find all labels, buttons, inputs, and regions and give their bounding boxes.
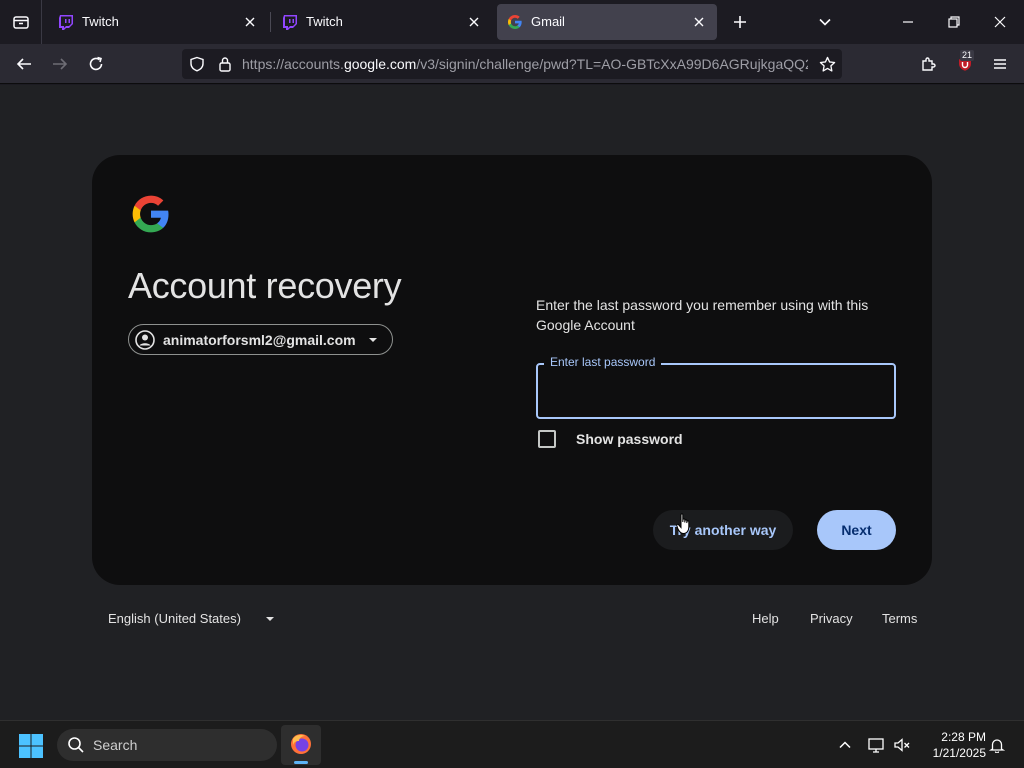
monitor-network-icon bbox=[868, 738, 884, 753]
tab-close-button[interactable] bbox=[464, 12, 484, 32]
password-field[interactable] bbox=[536, 363, 896, 419]
google-logo-icon bbox=[132, 195, 169, 233]
show-password-toggle[interactable]: Show password bbox=[538, 430, 683, 448]
url-text[interactable]: https://accounts.google.com/v3/signin/ch… bbox=[242, 56, 808, 72]
minimize-button[interactable] bbox=[894, 8, 922, 36]
account-email: animatorforsml2@gmail.com bbox=[163, 331, 356, 348]
close-icon bbox=[469, 17, 479, 27]
next-button[interactable]: Next bbox=[817, 510, 896, 550]
close-icon bbox=[694, 17, 704, 27]
url-host: google.com bbox=[343, 56, 417, 72]
signin-card: Account recovery animatorforsml2@gmail.c… bbox=[92, 155, 932, 585]
help-link[interactable]: Help bbox=[752, 611, 779, 626]
caret-down-icon bbox=[368, 337, 377, 342]
hamburger-menu-icon bbox=[994, 59, 1006, 69]
instruction-text: Enter the last password you remember usi… bbox=[536, 297, 869, 333]
active-app-indicator bbox=[294, 761, 308, 764]
windows-start-icon[interactable] bbox=[18, 733, 44, 759]
taskbar-firefox-app[interactable] bbox=[281, 725, 321, 765]
minimize-icon bbox=[903, 21, 913, 23]
show-hidden-icons-button[interactable] bbox=[835, 735, 855, 755]
search-icon bbox=[68, 737, 84, 753]
app-menu-button[interactable] bbox=[986, 50, 1014, 78]
tab-twitch-1[interactable]: Twitch bbox=[48, 4, 268, 40]
google-icon bbox=[508, 15, 522, 29]
new-tab-button[interactable] bbox=[726, 8, 754, 36]
account-circle-icon bbox=[135, 329, 155, 350]
web-content: Account recovery animatorforsml2@gmail.c… bbox=[0, 85, 1024, 720]
close-icon bbox=[994, 16, 1006, 28]
chevron-down-icon bbox=[819, 18, 831, 26]
tab-gmail[interactable]: Gmail bbox=[497, 4, 717, 40]
account-chooser[interactable]: animatorforsml2@gmail.com bbox=[128, 324, 393, 355]
volume-button[interactable] bbox=[892, 735, 912, 755]
tab-twitch-2[interactable]: Twitch bbox=[272, 4, 492, 40]
bell-icon bbox=[989, 739, 1005, 753]
restore-icon bbox=[948, 16, 960, 28]
close-icon bbox=[245, 17, 255, 27]
chevron-up-icon bbox=[839, 741, 851, 749]
extensions-button[interactable] bbox=[914, 50, 942, 78]
system-clock[interactable]: 2:28 PM 1/21/2025 bbox=[916, 729, 986, 761]
notifications-button[interactable] bbox=[987, 735, 1007, 755]
try-another-way-button[interactable]: Try another way bbox=[653, 510, 793, 550]
bookmark-button[interactable] bbox=[818, 55, 836, 73]
star-icon bbox=[819, 56, 835, 72]
twitch-icon bbox=[283, 15, 297, 30]
firefox-view-icon bbox=[12, 16, 29, 29]
list-all-tabs-button[interactable] bbox=[811, 8, 839, 36]
tab-title: Twitch bbox=[306, 14, 343, 29]
show-password-checkbox[interactable] bbox=[538, 430, 556, 448]
shield-icon bbox=[190, 56, 204, 72]
url-prefix: https://accounts. bbox=[242, 56, 344, 72]
search-placeholder: Search bbox=[93, 737, 138, 753]
plus-icon bbox=[734, 16, 746, 28]
reload-button[interactable] bbox=[82, 50, 110, 78]
password-label: Enter last password bbox=[544, 355, 662, 369]
page-title: Account recovery bbox=[128, 265, 402, 306]
navigation-toolbar: https://accounts.google.com/v3/signin/ch… bbox=[0, 44, 1024, 84]
firefox-view-button[interactable] bbox=[0, 0, 42, 44]
twitch-icon bbox=[59, 15, 73, 30]
forward-button[interactable] bbox=[46, 50, 74, 78]
tracking-protection-button[interactable] bbox=[188, 55, 206, 73]
clock-time: 2:28 PM bbox=[941, 730, 986, 744]
speaker-muted-icon bbox=[894, 738, 910, 752]
arrow-right-icon bbox=[53, 58, 68, 70]
site-info-button[interactable] bbox=[216, 55, 234, 73]
caret-down-icon bbox=[266, 617, 274, 621]
firefox-icon bbox=[291, 734, 311, 754]
back-button[interactable] bbox=[10, 50, 38, 78]
arrow-left-icon bbox=[16, 58, 31, 70]
extension-badge: 21 bbox=[960, 50, 975, 61]
close-window-button[interactable] bbox=[986, 8, 1014, 36]
tab-close-button[interactable] bbox=[689, 12, 709, 32]
taskbar-search[interactable]: Search bbox=[57, 729, 277, 761]
url-path: /v3/signin/challenge/pwd?TL=AO-GBTcXxA99… bbox=[416, 56, 808, 72]
reload-icon bbox=[89, 56, 103, 71]
language-selector[interactable]: English (United States) bbox=[108, 611, 274, 626]
show-password-label: Show password bbox=[576, 431, 683, 447]
puzzle-icon bbox=[922, 57, 936, 71]
tab-separator bbox=[270, 12, 271, 32]
tab-strip: Twitch Twitch Gmail bbox=[0, 0, 1024, 44]
terms-link[interactable]: Terms bbox=[882, 611, 917, 626]
password-input[interactable] bbox=[538, 365, 894, 417]
network-button[interactable] bbox=[866, 735, 886, 755]
privacy-link[interactable]: Privacy bbox=[810, 611, 853, 626]
address-bar[interactable]: https://accounts.google.com/v3/signin/ch… bbox=[182, 49, 842, 79]
taskbar: Search 2:28 PM 1/21/2025 bbox=[0, 720, 1024, 768]
tab-close-button[interactable] bbox=[240, 12, 260, 32]
tab-title: Gmail bbox=[531, 14, 565, 29]
restore-button[interactable] bbox=[940, 8, 968, 36]
clock-date: 1/21/2025 bbox=[932, 746, 986, 760]
tab-title: Twitch bbox=[82, 14, 119, 29]
hand-cursor-icon bbox=[676, 513, 690, 535]
lock-icon bbox=[219, 57, 231, 72]
language-label: English (United States) bbox=[108, 611, 241, 626]
